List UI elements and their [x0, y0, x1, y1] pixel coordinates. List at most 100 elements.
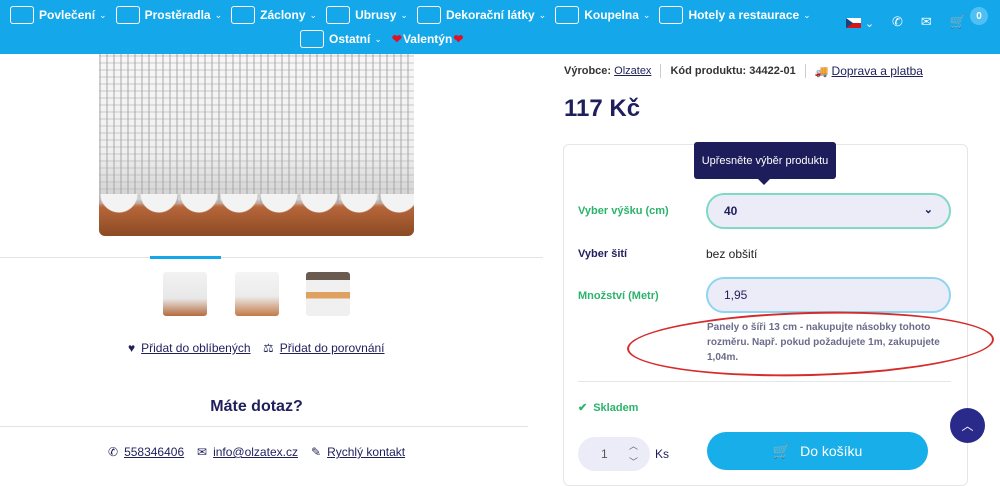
- check-icon: ✔: [578, 402, 588, 414]
- nav-item-zaclony[interactable]: Záclony ⌄: [231, 6, 317, 24]
- chevron-down-icon[interactable]: ﹀: [629, 455, 638, 468]
- quantity-label: Množství (Metr): [578, 290, 659, 302]
- phone-icon: ✆: [108, 445, 119, 459]
- nav-item-dekoracni-latky[interactable]: Dekorační látky ⌄: [416, 6, 547, 24]
- bathtub-icon: [555, 6, 580, 24]
- phone-link[interactable]: 558346406: [124, 445, 184, 459]
- contact-divider: [0, 426, 528, 427]
- stock-status: ✔ Skladem: [578, 401, 639, 415]
- count-stepper[interactable]: 1 ︿ ﹀: [578, 437, 650, 471]
- mail-icon: ✉: [197, 445, 208, 459]
- sewing-label: Vyber šití: [578, 248, 628, 260]
- cart-count-badge: 0: [970, 7, 988, 25]
- nav-item-ostatni[interactable]: Ostatní ⌄: [300, 30, 382, 48]
- nav-label: Dekorační látky: [445, 8, 535, 22]
- thumbnail-1[interactable]: [163, 272, 207, 316]
- product-main-image[interactable]: [99, 54, 414, 236]
- gallery-divider: [0, 257, 543, 258]
- height-selected-value: 40: [724, 204, 738, 218]
- contact-quick[interactable]: ✎ Rychlý kontakt: [311, 445, 405, 459]
- meta-separator: [660, 64, 662, 78]
- favorite-label[interactable]: Přidat do oblíbených: [141, 341, 250, 355]
- nav-item-povleceni[interactable]: Povlečení ⌄: [10, 6, 107, 24]
- contact-phone[interactable]: ✆ 558346406: [108, 445, 184, 459]
- mail-icon[interactable]: ✉: [921, 14, 932, 30]
- nav-item-hotely[interactable]: Hotely a restaurace ⌄: [659, 6, 811, 24]
- nav-item-ubrusy[interactable]: Ubrusy ⌄: [326, 6, 408, 24]
- code-value: 34422-01: [749, 65, 796, 77]
- scale-icon: ⚖: [263, 341, 274, 355]
- count-unit: Ks: [655, 447, 670, 461]
- quick-contact-link[interactable]: Rychlý kontakt: [327, 445, 405, 459]
- lace-pattern: [99, 54, 414, 204]
- nav-item-koupelna[interactable]: Koupelna ⌄: [555, 6, 650, 24]
- nav-item-prosteradla[interactable]: Prostěradla ⌄: [115, 6, 223, 24]
- count-value: 1: [601, 447, 608, 461]
- thumbnail-2[interactable]: [235, 272, 279, 316]
- phone-icon[interactable]: ✆: [892, 14, 903, 30]
- chevron-down-icon: ⌄: [864, 17, 874, 30]
- chevron-down-icon: ⌄: [923, 204, 933, 216]
- chevron-down-icon: ⌄: [400, 9, 408, 20]
- active-thumb-indicator: [150, 256, 221, 259]
- add-to-cart-button[interactable]: 🛒 Do košíku: [707, 432, 928, 470]
- chevron-down-icon: ⌄: [214, 9, 223, 20]
- stock-divider: [578, 381, 951, 382]
- height-select[interactable]: 40 ⌄: [706, 193, 951, 229]
- product-price: 117 Kč: [564, 95, 641, 122]
- nav-label: Ubrusy: [355, 8, 397, 22]
- chevron-down-icon: ⌄: [309, 9, 318, 20]
- compare-label[interactable]: Přidat do porovnání: [280, 341, 385, 355]
- scroll-to-top-button[interactable]: ︿: [950, 408, 985, 443]
- chevron-down-icon: ⌄: [538, 9, 547, 20]
- fabric-icon: [416, 6, 441, 24]
- nav-label: Prostěradla: [144, 8, 211, 22]
- edit-icon: ✎: [311, 445, 322, 459]
- sewing-value: bez obšití: [706, 247, 758, 261]
- compare-link[interactable]: ⚖ Přidat do porovnání: [263, 341, 385, 355]
- nav-label: Záclony: [260, 8, 306, 22]
- email-link[interactable]: info@olzatex.cz: [213, 445, 298, 459]
- nav-label: Koupelna: [584, 8, 639, 22]
- nav-label: Povlečení: [39, 8, 96, 22]
- thumbnail-3[interactable]: [306, 272, 350, 316]
- bedding-icon: [10, 6, 34, 24]
- language-selector[interactable]: ⌄: [846, 15, 874, 30]
- heart-icon: ♥: [128, 341, 136, 355]
- selection-tooltip: Upřesněte výběr produktu: [694, 142, 836, 185]
- chevron-down-icon: ⌄: [803, 9, 811, 20]
- czech-flag-icon: [846, 18, 862, 29]
- heart-icon: ❤: [391, 32, 402, 46]
- chevron-up-icon: ︿: [961, 419, 974, 433]
- nav-label: Valentýn: [402, 32, 453, 46]
- add-to-cart-label: Do košíku: [800, 443, 863, 459]
- shipping-link[interactable]: Doprava a platba: [832, 64, 923, 78]
- manufacturer-label: Výrobce:: [564, 65, 612, 77]
- lace-scallop-edge: [99, 194, 414, 216]
- stock-label: Skladem: [593, 401, 639, 414]
- manufacturer-link[interactable]: Olzatex: [614, 65, 651, 77]
- cart-icon: 🛒: [949, 14, 966, 29]
- cart-link[interactable]: 🛒 0: [949, 7, 988, 30]
- meta-separator: [804, 64, 806, 78]
- heart-icon: ❤: [453, 32, 464, 46]
- other-icon: [300, 30, 324, 48]
- nav-label: Ostatní: [329, 32, 371, 46]
- chevron-down-icon: ⌄: [99, 9, 107, 20]
- truck-icon: 🚚: [814, 65, 829, 78]
- tablecloth-icon: [326, 6, 351, 24]
- curtain-icon: [231, 6, 256, 24]
- contact-email[interactable]: ✉ info@olzatex.cz: [197, 445, 298, 459]
- code-label: Kód produktu:: [670, 65, 747, 77]
- cart-icon: 🛒: [772, 442, 791, 459]
- product-meta: Výrobce: Olzatex Kód produktu: 34422-01 …: [564, 64, 923, 78]
- chevron-up-icon[interactable]: ︿: [629, 439, 638, 452]
- favorite-link[interactable]: ♥ Přidat do oblíbených: [128, 341, 251, 355]
- nav-item-valentyn[interactable]: ❤ Valentýn ❤: [391, 32, 464, 46]
- nav-row-primary: Povlečení ⌄ Prostěradla ⌄ Záclony ⌄ Ubrusy ⌄…: [10, 3, 820, 27]
- question-heading: Máte dotaz?: [210, 398, 303, 415]
- chevron-down-icon: ⌄: [642, 9, 651, 20]
- quantity-input[interactable]: [706, 277, 951, 313]
- nav-row-secondary: Ostatní ⌄ ❤ Valentýn ❤: [300, 27, 473, 51]
- nav-label: Hotely a restaurace: [688, 8, 800, 22]
